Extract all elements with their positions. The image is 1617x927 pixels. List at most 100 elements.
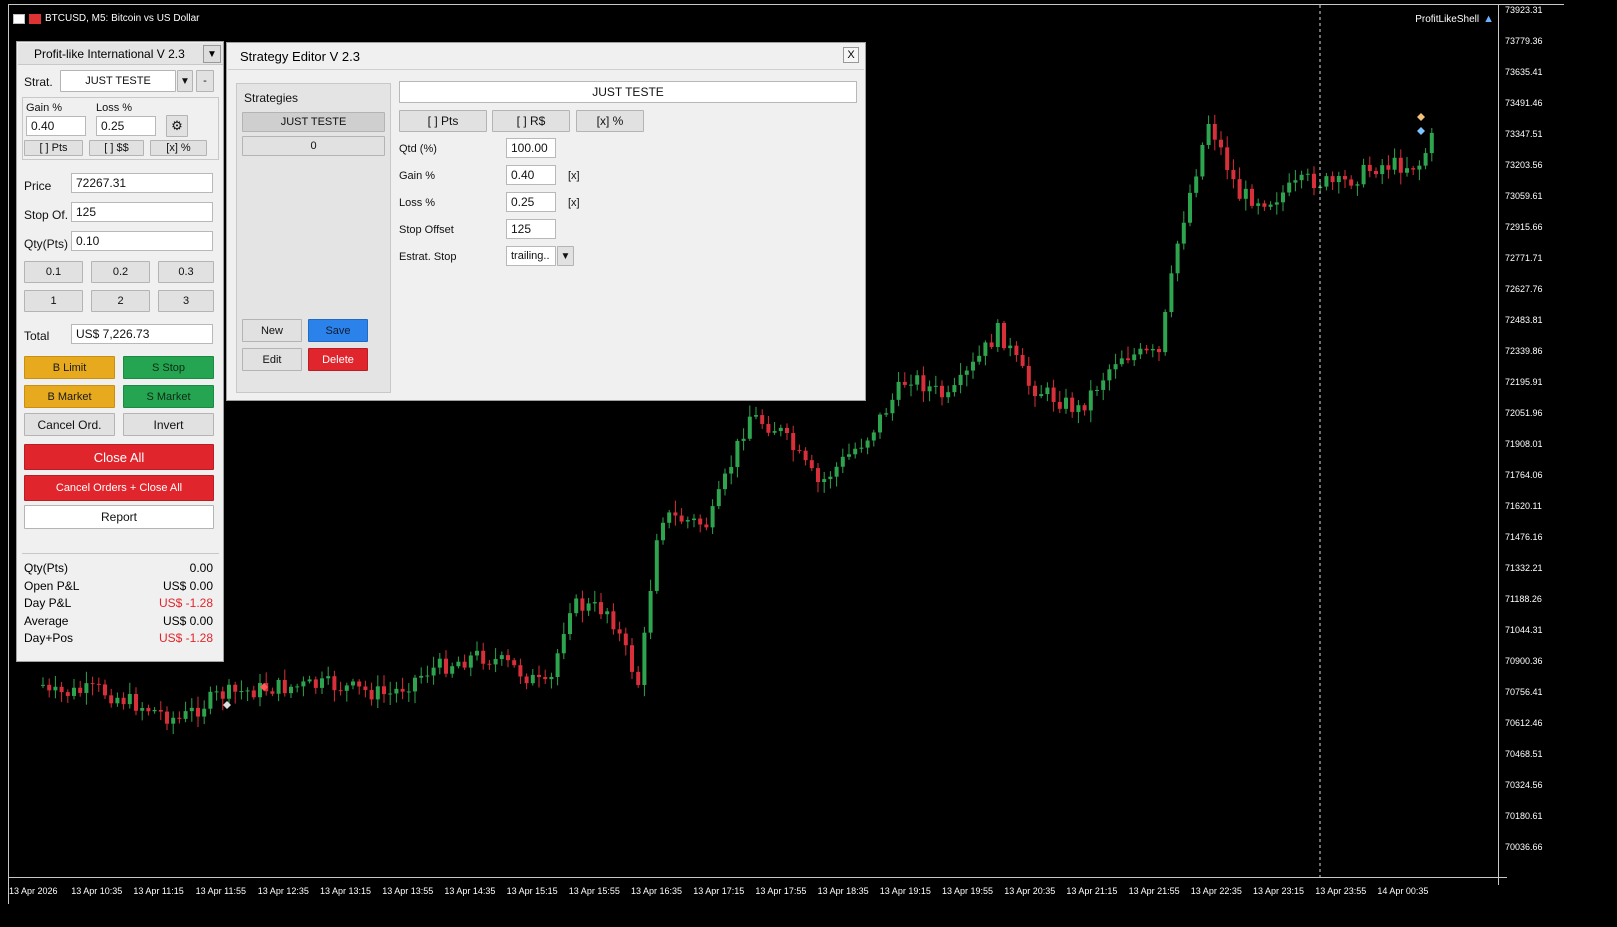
sell-stop-button[interactable]: S Stop [123,356,214,379]
panel-menu-dropdown-icon[interactable]: ▼ [203,45,221,63]
chart-type-icon[interactable] [29,13,41,24]
expert-advisor-label[interactable]: ProfitLikeShell ▲ [1415,13,1494,25]
buy-market-button[interactable]: B Market [24,385,115,408]
cancel-orders-button[interactable]: Cancel Ord. [24,413,115,436]
candle-body [946,392,951,398]
mode-percent-button[interactable]: [x] % [150,140,207,156]
quantity-input[interactable]: 0.10 [71,231,213,251]
stop-offset-input[interactable]: 125 [506,219,556,239]
loss-label: Loss % [96,102,133,114]
candle-body [878,414,882,433]
gain-checkbox[interactable]: [x] [568,170,580,182]
stat-value: US$ 0.00 [162,613,213,628]
strategy-editor-title: Strategy Editor V 2.3 [240,49,360,64]
candle-body [121,697,126,705]
trade-marker-icon[interactable] [223,701,231,709]
candle-body [971,361,975,371]
sell-market-button[interactable]: S Market [123,385,214,408]
edit-strategy-button[interactable]: Edit [242,348,302,371]
candle-body [1386,165,1391,170]
strategy-name-input[interactable]: JUST TESTE [399,81,857,103]
candle-body [1361,164,1366,185]
delete-strategy-button[interactable]: Delete [308,348,368,371]
stat-label: Day P&L [24,596,72,610]
price-tick-label: 70612.46 [1505,718,1543,728]
price-axis[interactable]: 73923.31 73779.36 73635.41 73491.46 73347.51… [1498,5,1556,885]
gain-input[interactable]: 0.40 [26,116,86,136]
report-button[interactable]: Report [24,505,214,529]
candle-body [803,450,808,461]
candle-body [1268,204,1273,207]
mode-percent-button[interactable]: [x] % [576,110,644,132]
loss-input[interactable]: 0.25 [96,116,156,136]
strategy-minus-button[interactable]: - [196,70,214,92]
settings-gear-icon[interactable]: ⚙ [166,115,188,137]
candle-body [847,454,851,457]
candle-body [778,427,783,432]
strategy-select[interactable]: JUST TESTE [60,70,176,92]
close-icon[interactable]: X [843,47,859,63]
mode-points-button[interactable]: [ ] Pts [24,140,83,156]
candle-body [202,708,207,717]
candle-body [245,690,250,692]
qtd-input[interactable]: 100.00 [506,138,556,158]
time-tick-label: 13 Apr 17:55 [755,886,807,896]
gain-label: Gain % [26,102,63,114]
time-tick-label: 13 Apr 21:55 [1128,886,1180,896]
strategy-list-item[interactable]: JUST TESTE [242,112,385,132]
strategy-editor-title-bar[interactable]: Strategy Editor V 2.3 [228,44,864,70]
price-input[interactable]: 72267.31 [71,173,213,193]
candle-body [1008,345,1013,349]
mode-points-button[interactable]: [ ] Pts [399,110,487,132]
time-tick-label: 13 Apr 15:15 [506,886,558,896]
loss-checkbox[interactable]: [x] [568,197,580,209]
strategy-list-item[interactable]: 0 [242,136,385,156]
candle-body [1231,170,1236,180]
qty-preset-button[interactable]: 0.1 [24,261,83,283]
strategy-dropdown-icon[interactable]: ▼ [177,70,193,92]
qty-preset-button[interactable]: 2 [91,290,150,312]
cancel-orders-close-all-button[interactable]: Cancel Orders + Close All [24,475,214,501]
time-tick-label: 13 Apr 23:55 [1315,886,1367,896]
candle-body [475,650,479,656]
candle-body [1349,179,1354,186]
candle-body [140,708,145,711]
qty-preset-button[interactable]: 1 [24,290,83,312]
candle-body [890,399,895,414]
loss-label: Loss % [399,197,436,209]
candle-body [741,438,746,441]
candle-body [53,686,58,691]
chart-menu-icon[interactable] [13,13,25,24]
invert-button[interactable]: Invert [123,413,214,436]
stop-offset-input[interactable]: 125 [71,202,213,222]
candle-body [1070,397,1075,412]
time-axis[interactable]: 13 Apr 2026 13 Apr 10:35 13 Apr 11:15 13 Ap… [9,877,1507,905]
new-strategy-button[interactable]: New [242,319,302,342]
close-all-button[interactable]: Close All [24,444,214,470]
candle-body [1293,180,1298,183]
price-tick-label: 71044.31 [1505,625,1543,635]
save-strategy-button[interactable]: Save [308,319,368,342]
chevron-down-icon[interactable]: ▼ [557,246,574,266]
mode-reais-button[interactable]: [ ] R$ [492,110,570,132]
candle-body [1020,355,1025,366]
qty-preset-button[interactable]: 3 [158,290,214,312]
candle-body [196,707,200,717]
stop-strategy-select[interactable]: trailing.. [506,246,556,266]
time-tick-label: 13 Apr 2026 [9,886,58,896]
position-stats: Qty(Pts) 0.00 Open P&L US$ 0.00 Day P&L US$… [24,561,213,649]
candle-body [580,598,585,611]
candle-body [208,691,213,709]
candle-body [1343,176,1347,180]
trade-marker-icon[interactable] [1417,127,1425,135]
candle-body [661,522,665,541]
mode-money-button[interactable]: [ ] $$ [89,140,144,156]
trade-panel-title-bar[interactable]: Profit-like International V 2.3 ▼ [18,43,223,65]
gain-input[interactable]: 0.40 [506,165,556,185]
qty-preset-button[interactable]: 0.3 [158,261,214,283]
chart-title-bar: BTCUSD, M5: Bitcoin vs US Dollar [13,13,199,24]
qty-preset-button[interactable]: 0.2 [91,261,150,283]
buy-limit-button[interactable]: B Limit [24,356,115,379]
loss-input[interactable]: 0.25 [506,192,556,212]
trade-marker-icon[interactable] [1417,113,1425,121]
